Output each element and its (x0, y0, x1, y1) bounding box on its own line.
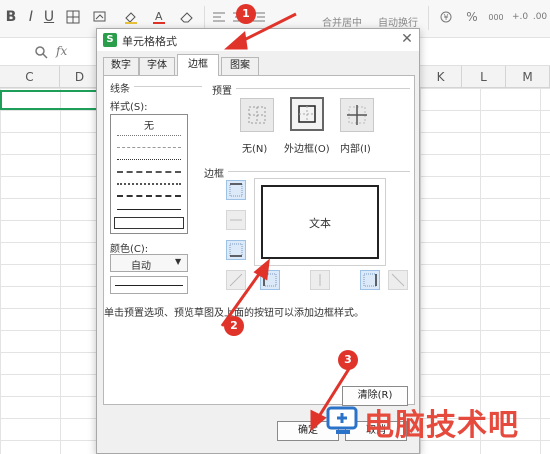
fx-icon[interactable]: fx (56, 44, 67, 58)
color-dropdown-value: 自动 (131, 261, 151, 272)
preset-none-icon (248, 106, 266, 124)
line-style-hair[interactable] (117, 147, 181, 148)
border-right-button[interactable] (360, 270, 380, 290)
preset-inside-button[interactable] (340, 98, 374, 132)
border-preview[interactable]: 文本 (254, 178, 386, 266)
style-label: 样式(S): (110, 102, 148, 113)
border-bottom-button[interactable] (226, 240, 246, 260)
border-dropdown-icon[interactable] (62, 6, 84, 28)
border-tab-panel: 线条 样式(S): 无 颜色(C): 自动 ▼ 预置 无(N) 外边框(O) 内… (103, 75, 415, 406)
line-style-dotted[interactable] (117, 135, 181, 136)
italic-icon[interactable]: I (24, 6, 38, 28)
chevron-down-icon: ▼ (175, 257, 182, 266)
spreadsheet-window: B I U A 合并居中 自动换行 ¥ % 000 +.0 .00 fx C D… (0, 0, 550, 454)
watermark-text: 电脑技术吧 (364, 408, 519, 443)
percent-icon[interactable]: % (466, 6, 478, 28)
border-group-title: 边框 (204, 165, 228, 180)
ribbon-divider (428, 6, 429, 30)
selected-cell-range[interactable] (0, 90, 100, 110)
preview-text: 文本 (309, 217, 331, 230)
hint-text: 单击预置选项、预览草图及上面的按钮可以添加边框样式。 (104, 308, 364, 319)
border-diag-down-button[interactable] (388, 270, 408, 290)
border-middle-icon (230, 219, 242, 221)
thousands-icon[interactable]: 000 (484, 6, 508, 28)
preset-none-label: 无(N) (242, 144, 268, 155)
column-header-k[interactable]: K (420, 66, 462, 88)
line-style-selected[interactable] (114, 217, 184, 229)
tab-pattern[interactable]: 图案 (221, 57, 259, 75)
border-right-icon (363, 273, 377, 287)
preset-inside-icon (347, 105, 367, 125)
ribbon-divider (204, 6, 205, 30)
line-style-dashed[interactable] (117, 195, 181, 197)
column-header-d[interactable]: D (60, 66, 100, 88)
eraser-icon[interactable] (176, 6, 198, 28)
diagonal-down-icon (391, 273, 405, 287)
border-middle-button[interactable] (226, 210, 246, 230)
diagonal-up-icon (229, 273, 243, 287)
line-style-thin[interactable] (117, 209, 181, 210)
preview-cell-outline: 文本 (261, 185, 379, 259)
line-style-dash-dot-dot[interactable] (117, 183, 181, 185)
tab-number[interactable]: 数字 (103, 57, 139, 75)
border-bottom-icon (229, 243, 243, 257)
underline-icon[interactable]: U (42, 6, 56, 28)
svg-text:¥: ¥ (444, 13, 449, 22)
currency-icon[interactable]: ¥ (436, 6, 458, 28)
tab-font[interactable]: 字体 (139, 57, 175, 75)
border-center-icon (319, 274, 321, 286)
preset-outline-button[interactable] (290, 97, 324, 131)
merge-center-button[interactable]: 合并居中 (322, 14, 362, 29)
annotation-badge-3: 3 (338, 350, 358, 370)
watermark-logo-icon (326, 404, 360, 441)
color-label: 颜色(C): (110, 244, 149, 255)
bold-icon[interactable]: B (4, 6, 18, 28)
preset-inside-label: 内部(I) (340, 144, 371, 155)
increase-decimal-icon[interactable]: +.0 (512, 6, 528, 28)
border-group-divider (212, 171, 410, 172)
close-icon[interactable]: ✕ (399, 31, 415, 47)
fill-color-icon[interactable] (120, 6, 142, 28)
sample-line (115, 285, 183, 286)
border-center-button[interactable] (310, 270, 330, 290)
cell-format-dialog: S 单元格格式 ✕ 数字 字体 边框 图案 线条 样式(S): 无 颜色(C):… (96, 28, 420, 454)
line-style-dot-dense[interactable] (117, 159, 181, 160)
color-dropdown[interactable]: 自动 ▼ (110, 254, 188, 272)
preset-group-divider (212, 88, 410, 89)
annotation-badge-1: 1 (236, 4, 256, 24)
align-left-icon[interactable] (212, 6, 226, 28)
line-style-list[interactable]: 无 (110, 114, 188, 234)
border-top-button[interactable] (226, 180, 246, 200)
decrease-decimal-icon[interactable]: .00 (532, 6, 548, 28)
border-diag-up-button[interactable] (226, 270, 246, 290)
cell-style-icon[interactable] (90, 6, 112, 28)
column-header-c[interactable]: C (0, 66, 60, 88)
wrap-text-button[interactable]: 自动换行 (378, 14, 418, 29)
font-color-icon[interactable]: A (148, 6, 170, 28)
app-logo-icon: S (103, 33, 117, 47)
preset-group-title: 预置 (212, 82, 236, 97)
dialog-title: 单元格格式 (122, 35, 177, 48)
line-style-none[interactable]: 无 (111, 117, 187, 132)
annotation-badge-2: 2 (224, 316, 244, 336)
zoom-search-icon[interactable] (34, 45, 48, 62)
border-left-icon (263, 273, 277, 287)
line-group-title: 线条 (110, 80, 134, 95)
line-style-dash-dot[interactable] (117, 171, 181, 173)
border-top-icon (229, 183, 243, 197)
preset-outline-icon (298, 105, 316, 123)
preset-none-button[interactable] (240, 98, 274, 132)
color-line-sample (110, 276, 188, 294)
border-left-button[interactable] (260, 270, 280, 290)
preset-outline-label: 外边框(O) (284, 144, 330, 155)
dialog-titlebar: S 单元格格式 ✕ (97, 29, 419, 51)
column-header-l[interactable]: L (462, 66, 506, 88)
column-header-m[interactable]: M (506, 66, 550, 88)
svg-text:A: A (155, 10, 163, 23)
tab-border[interactable]: 边框 (177, 54, 219, 76)
